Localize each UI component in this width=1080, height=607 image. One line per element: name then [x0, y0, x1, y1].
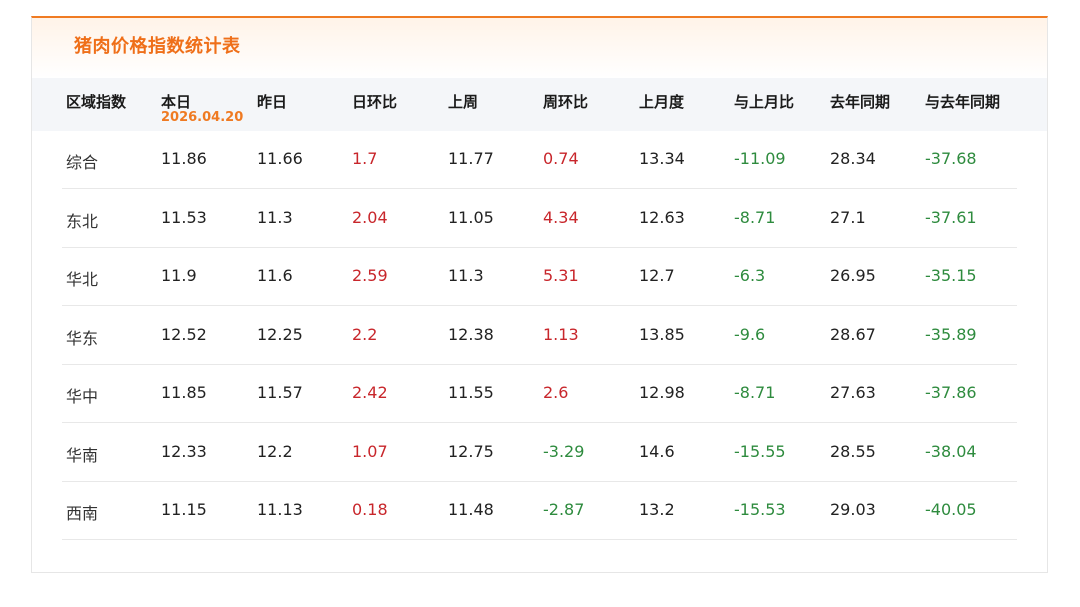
- header-region: 区域指数: [66, 93, 127, 111]
- table-row: 华北 11.9 11.6 2.59 11.3 5.31 12.7 -6.3 26.95 -35.1…: [62, 248, 1017, 306]
- cell-region: 华中: [66, 387, 99, 406]
- cell-last-year: 26.95: [830, 266, 876, 285]
- cell-day-ratio: 2.42: [352, 383, 388, 402]
- cell-week-ratio: 0.74: [543, 149, 579, 168]
- cell-region: 华东: [66, 328, 99, 348]
- cell-year-ratio: -37.68: [925, 149, 977, 168]
- cell-yesterday: 12.2: [257, 441, 293, 461]
- cell-year-ratio: -37.86: [925, 383, 977, 402]
- cell-last-week: 11.55: [448, 383, 494, 402]
- cell-day-ratio: 2.59: [352, 266, 388, 285]
- cell-yesterday: 12.25: [257, 324, 303, 344]
- cell-last-week: 12.75: [448, 441, 494, 461]
- cell-week-ratio: -2.87: [543, 500, 585, 519]
- header-day-ratio: 日环比: [352, 93, 398, 111]
- table-row: 东北 11.53 11.3 2.04 11.05 4.34 12.63 -8.71 27.1 -3…: [62, 190, 1017, 248]
- header-yesterday: 昨日: [257, 93, 288, 111]
- cell-last-year: 27.63: [830, 383, 876, 402]
- cell-last-week: 11.05: [448, 207, 494, 227]
- cell-last-month: 13.34: [639, 149, 685, 168]
- cell-month-ratio: -15.53: [734, 500, 786, 519]
- cell-yesterday: 11.13: [257, 500, 303, 519]
- cell-year-ratio: -35.15: [925, 266, 977, 285]
- cell-month-ratio: -15.55: [734, 441, 786, 461]
- cell-region: 西南: [66, 504, 99, 523]
- cell-day-ratio: 2.2: [352, 324, 378, 344]
- cell-last-year: 29.03: [830, 500, 876, 519]
- table-title: 猪肉价格指数统计表: [74, 36, 241, 57]
- cell-last-week: 11.77: [448, 149, 494, 168]
- cell-today: 11.85: [161, 383, 207, 402]
- header-today: 本日: [161, 93, 192, 111]
- cell-day-ratio: 2.04: [352, 207, 388, 227]
- cell-today: 12.33: [161, 441, 207, 461]
- cell-today: 11.86: [161, 149, 207, 168]
- table-row: 综合 11.86 11.66 1.7 11.77 0.74 13.34 -11.09 28.34…: [62, 131, 1017, 189]
- cell-day-ratio: 0.18: [352, 500, 388, 519]
- cell-week-ratio: 2.6: [543, 383, 569, 402]
- cell-day-ratio: 1.7: [352, 149, 378, 168]
- cell-month-ratio: -11.09: [734, 149, 786, 168]
- cell-week-ratio: 4.34: [543, 207, 579, 227]
- table-row: 华东 12.52 12.25 2.2 12.38 1.13 13.85 -9.6 28.67 -3…: [62, 307, 1017, 365]
- cell-week-ratio: -3.29: [543, 441, 585, 461]
- header-last-month: 上月度: [639, 93, 685, 111]
- cell-region: 华北: [66, 270, 99, 289]
- cell-last-year: 28.34: [830, 149, 876, 168]
- cell-today: 12.52: [161, 324, 207, 344]
- cell-month-ratio: -6.3: [734, 266, 766, 285]
- cell-last-year: 28.67: [830, 324, 876, 344]
- cell-last-month: 13.2: [639, 500, 675, 519]
- cell-month-ratio: -8.71: [734, 207, 776, 227]
- cell-last-month: 12.63: [639, 207, 685, 227]
- cell-year-ratio: -38.04: [925, 441, 977, 461]
- table-row: 西南 11.15 11.13 0.18 11.48 -2.87 13.2 -15.53 29.0…: [62, 482, 1017, 540]
- cell-yesterday: 11.66: [257, 149, 303, 168]
- cell-region: 东北: [66, 211, 99, 231]
- cell-today: 11.15: [161, 500, 207, 519]
- cell-month-ratio: -8.71: [734, 383, 776, 402]
- cell-last-week: 11.3: [448, 266, 484, 285]
- header-today-date: 2026.04.20: [161, 110, 244, 125]
- cell-month-ratio: -9.6: [734, 324, 766, 344]
- cell-last-month: 12.7: [639, 266, 675, 285]
- price-index-panel: 猪肉价格指数统计表 区域指数 本日 2026.04.20 昨日 日环比 上周 周…: [31, 16, 1048, 573]
- cell-region: 华南: [66, 445, 99, 465]
- cell-last-year: 27.1: [830, 207, 866, 227]
- cell-yesterday: 11.6: [257, 266, 293, 285]
- cell-last-month: 13.85: [639, 324, 685, 344]
- cell-yesterday: 11.3: [257, 207, 293, 227]
- header-month-ratio: 与上月比: [734, 93, 795, 111]
- cell-last-year: 28.55: [830, 441, 876, 461]
- header-last-week: 上周: [448, 93, 479, 111]
- cell-today: 11.9: [161, 266, 197, 285]
- cell-week-ratio: 5.31: [543, 266, 579, 285]
- cell-last-month: 14.6: [639, 441, 675, 461]
- header-week-ratio: 周环比: [543, 93, 589, 111]
- cell-today: 11.53: [161, 207, 207, 227]
- header-last-year: 去年同期: [830, 93, 891, 111]
- title-bar: 猪肉价格指数统计表: [32, 18, 1047, 78]
- table-row: 华南 12.33 12.2 1.07 12.75 -3.29 14.6 -15.55 28.55…: [62, 424, 1017, 482]
- cell-day-ratio: 1.07: [352, 441, 388, 461]
- cell-last-week: 11.48: [448, 500, 494, 519]
- header-year-ratio: 与去年同期: [925, 93, 1001, 111]
- cell-last-month: 12.98: [639, 383, 685, 402]
- cell-week-ratio: 1.13: [543, 324, 579, 344]
- table-row: 华中 11.85 11.57 2.42 11.55 2.6 12.98 -8.71 27.63 -…: [62, 365, 1017, 423]
- cell-last-week: 12.38: [448, 324, 494, 344]
- cell-yesterday: 11.57: [257, 383, 303, 402]
- cell-year-ratio: -37.61: [925, 207, 977, 227]
- table-header: 区域指数 本日 2026.04.20 昨日 日环比 上周 周环比 上月度 与上月…: [32, 78, 1047, 131]
- cell-year-ratio: -35.89: [925, 324, 977, 344]
- cell-region: 综合: [66, 153, 99, 172]
- cell-year-ratio: -40.05: [925, 500, 977, 519]
